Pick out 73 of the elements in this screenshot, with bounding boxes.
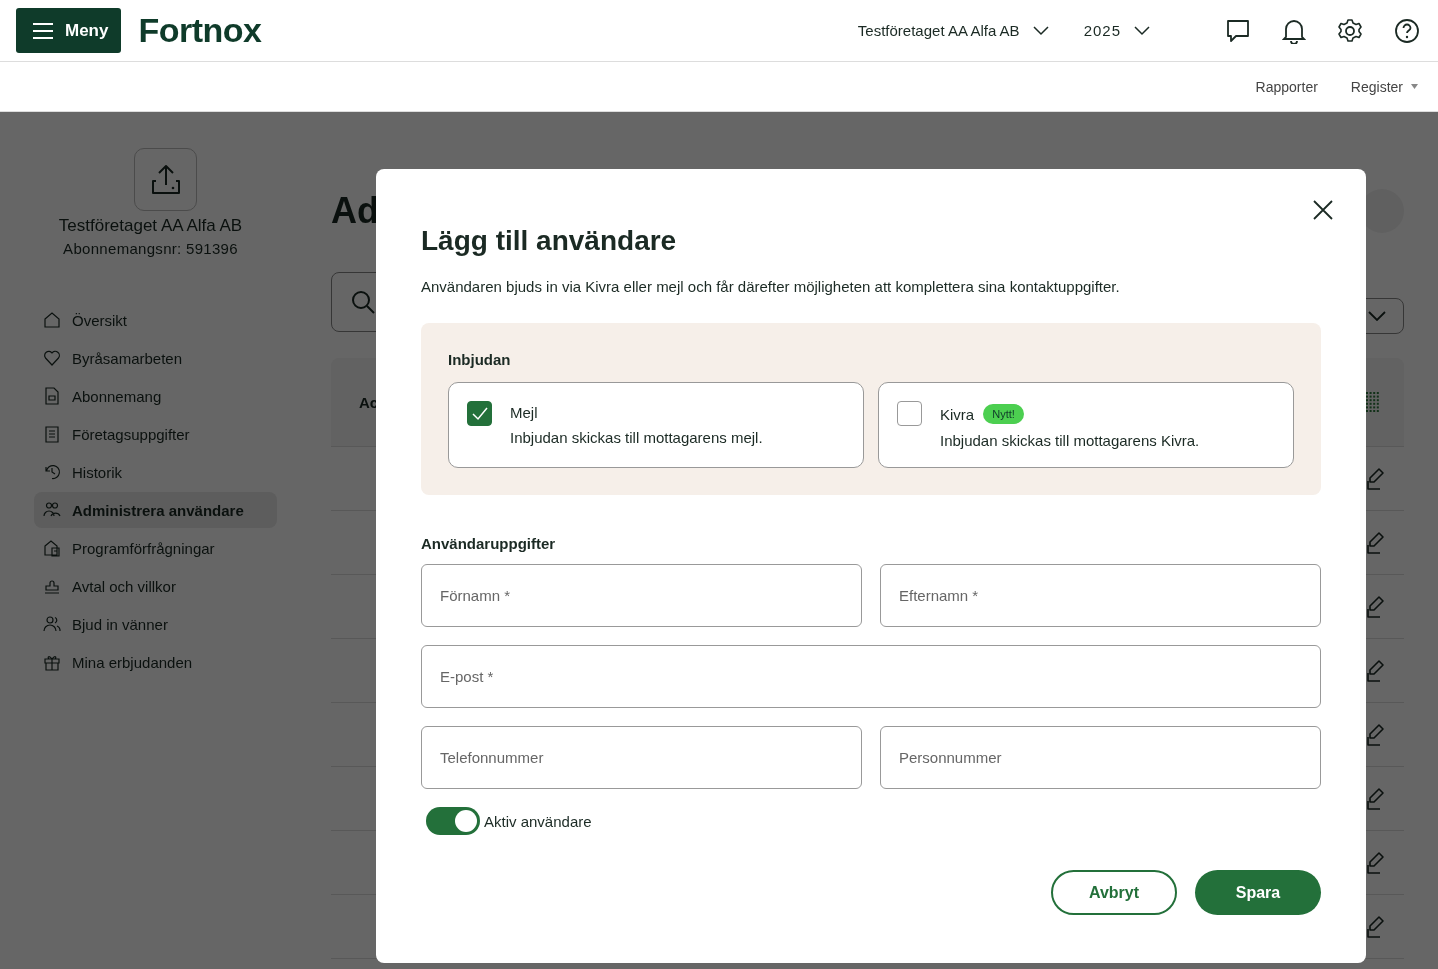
checkbox[interactable] [467, 401, 492, 426]
invite-option[interactable]: Mejl Inbjudan skickas till mottagarens mejl. [448, 382, 864, 468]
year-selector[interactable]: 2025 [1083, 22, 1150, 39]
bell-icon[interactable] [1282, 17, 1306, 44]
input-field[interactable]: Personnummer [880, 726, 1321, 789]
menu-button[interactable]: Meny [16, 8, 122, 53]
columns-icon[interactable] [1366, 392, 1380, 412]
sidebar-item[interactable]: Historik [34, 454, 277, 490]
settings-icon[interactable] [1337, 17, 1363, 44]
sidebar-item[interactable]: Byråsamarbeten [34, 340, 277, 376]
section-heading: Inbjudan [448, 351, 512, 368]
sidebar-item[interactable]: Mina erbjudanden [34, 644, 277, 680]
stamp-icon [43, 577, 61, 595]
sidebar-item[interactable]: Bjud in vänner [34, 606, 277, 642]
dialog-title: Lägg till användare [421, 225, 678, 257]
edit-icon[interactable] [1366, 658, 1386, 683]
toggle-switch[interactable] [426, 807, 480, 835]
new-badge: Nytt! [983, 404, 1024, 424]
dialog-description: Användaren bjuds in via Kivra eller mejl och får därefter möjligheten att komplettera sina kontaktuppgifter. [421, 278, 1121, 295]
upload-button[interactable] [134, 148, 197, 211]
page-title: Ad [331, 190, 379, 232]
edit-icon[interactable] [1366, 466, 1386, 491]
edit-icon[interactable] [1366, 850, 1386, 875]
input-field[interactable]: Telefonnummer [421, 726, 862, 789]
help-icon[interactable] [1394, 17, 1420, 44]
chevron-down-icon [1134, 25, 1150, 36]
cancel-button[interactable]: Avbryt [1051, 870, 1177, 915]
house-document-icon [43, 539, 61, 557]
invite-option[interactable]: Kivra Nytt! Inbjudan skickas till mottagarens Kivra. [878, 382, 1294, 468]
option-description: Inbjudan skickas till mottagarens Kivra. [940, 432, 1200, 449]
heart-icon [43, 349, 61, 367]
edit-icon[interactable] [1366, 786, 1386, 811]
sidebar-item[interactable]: Översikt [34, 302, 277, 338]
section-heading: Användaruppgifter [421, 535, 557, 552]
checkbox[interactable] [897, 401, 922, 426]
option-description: Inbjudan skickas till mottagarens mejl. [510, 429, 763, 446]
nav-link[interactable]: Rapporter [1255, 78, 1318, 95]
edit-icon[interactable] [1366, 530, 1386, 555]
chevron-down-icon [1368, 311, 1386, 321]
clipboard-icon [43, 425, 61, 443]
company-selector[interactable]: Testföretaget AA Alfa AB [857, 22, 1049, 39]
menu-icon [32, 21, 54, 40]
input-field[interactable]: E-post * [421, 645, 1321, 708]
company-name: Testföretaget AA Alfa AB [57, 216, 244, 236]
input-field[interactable]: Förnamn * [421, 564, 862, 627]
search-icon [350, 289, 376, 315]
toggle-label: Aktiv användare [484, 812, 592, 830]
sidebar-item[interactable]: Abonnemang [34, 378, 277, 414]
history-icon [43, 463, 61, 481]
option-label: Mejl [510, 404, 538, 421]
close-icon[interactable] [1313, 200, 1333, 220]
subscription-number: Abonnemangsnr: 591396 [62, 240, 239, 257]
chevron-down-icon [1032, 25, 1049, 36]
sidebar-item[interactable]: Avtal och villkor [34, 568, 277, 604]
users-icon [43, 501, 61, 519]
edit-icon[interactable] [1366, 722, 1386, 747]
people-icon [43, 615, 61, 633]
option-label: Kivra [940, 405, 975, 423]
nav-link[interactable]: Register [1350, 78, 1418, 95]
upload-icon [149, 162, 182, 197]
gift-icon [43, 653, 61, 671]
chat-icon[interactable] [1225, 17, 1251, 44]
save-button[interactable]: Spara [1195, 870, 1321, 915]
sidebar-item[interactable]: Administrera användare [34, 492, 277, 528]
logo[interactable]: Fortnox [138, 11, 262, 50]
edit-icon[interactable] [1366, 914, 1386, 939]
home-icon [43, 311, 61, 329]
sidebar-item[interactable]: Företagsuppgifter [34, 416, 277, 452]
document-icon [43, 387, 61, 405]
sidebar-item[interactable]: Programförfrågningar [34, 530, 277, 566]
input-field[interactable]: Efternamn * [880, 564, 1321, 627]
checkmark-icon [471, 406, 488, 421]
edit-icon[interactable] [1366, 594, 1386, 619]
